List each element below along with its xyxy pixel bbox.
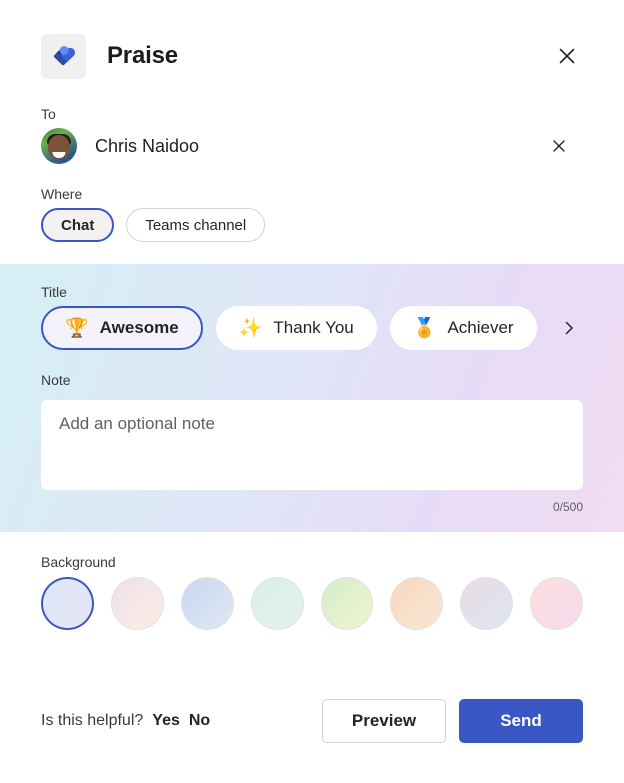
sparkles-icon: ✨	[238, 317, 263, 339]
background-swatch-0[interactable]	[41, 577, 94, 630]
title-option-label: Achiever	[447, 318, 514, 337]
background-swatch-5[interactable]	[390, 577, 444, 630]
background-swatch-4[interactable]	[320, 577, 374, 630]
background-label: Background	[41, 554, 116, 570]
dialog-header: Praise	[0, 0, 624, 82]
praise-dialog: Praise To Chris Naidoo Where Chat Teams …	[0, 0, 624, 783]
recipient-name: Chris Naidoo	[95, 135, 200, 156]
background-section: Background	[0, 532, 624, 630]
feedback-no-button[interactable]: No	[189, 712, 210, 730]
send-button[interactable]: Send	[459, 699, 583, 743]
where-option-chat[interactable]: Chat	[41, 208, 115, 242]
remove-recipient-icon[interactable]	[544, 131, 574, 161]
title-option-thank-you[interactable]: ✨ Thank You	[215, 306, 377, 350]
to-label: To	[41, 106, 56, 122]
note-char-count: 0/500	[552, 500, 583, 514]
title-option-achiever[interactable]: 🏅 Achiever	[389, 306, 537, 350]
where-option-teams-channel[interactable]: Teams channel	[126, 208, 266, 242]
title-option-awesome[interactable]: 🏆 Awesome	[41, 306, 203, 350]
background-swatches	[41, 577, 583, 630]
page-title: Praise	[107, 42, 178, 69]
preview-button[interactable]: Preview	[322, 699, 446, 743]
feedback-yes-button[interactable]: Yes	[152, 712, 180, 730]
background-swatch-2[interactable]	[180, 577, 234, 630]
feedback-question: Is this helpful?	[41, 712, 144, 729]
note-input[interactable]	[41, 400, 583, 490]
to-section: To Chris Naidoo	[0, 82, 624, 164]
background-swatch-3[interactable]	[250, 577, 304, 630]
background-swatch-6[interactable]	[460, 577, 514, 630]
recipient-row: Chris Naidoo	[41, 128, 600, 164]
title-option-label: Thank You	[273, 318, 354, 337]
avatar	[41, 128, 77, 164]
trophy-icon: 🏆	[65, 317, 89, 339]
where-section: Where Chat Teams channel	[0, 164, 624, 242]
chevron-right-icon[interactable]	[556, 314, 583, 342]
note-label: Note	[41, 372, 71, 388]
title-label: Title	[41, 284, 67, 300]
praise-heart-icon	[41, 33, 86, 79]
title-options: 🏆 Awesome ✨ Thank You 🏅 Achiever	[41, 306, 583, 350]
where-options: Chat Teams channel	[41, 208, 600, 242]
dialog-footer: Is this helpful? Yes No Preview Send	[0, 699, 624, 783]
praise-preview-band: Title 🏆 Awesome ✨ Thank You 🏅 Achiever N…	[0, 264, 624, 532]
background-swatch-1[interactable]	[110, 577, 164, 630]
close-icon[interactable]	[551, 40, 583, 72]
background-swatch-7[interactable]	[530, 577, 583, 630]
feedback-prompt: Is this helpful? Yes No	[41, 712, 210, 730]
where-label: Where	[41, 186, 83, 202]
title-option-label: Awesome	[99, 318, 179, 337]
medal-icon: 🏅	[412, 317, 437, 339]
